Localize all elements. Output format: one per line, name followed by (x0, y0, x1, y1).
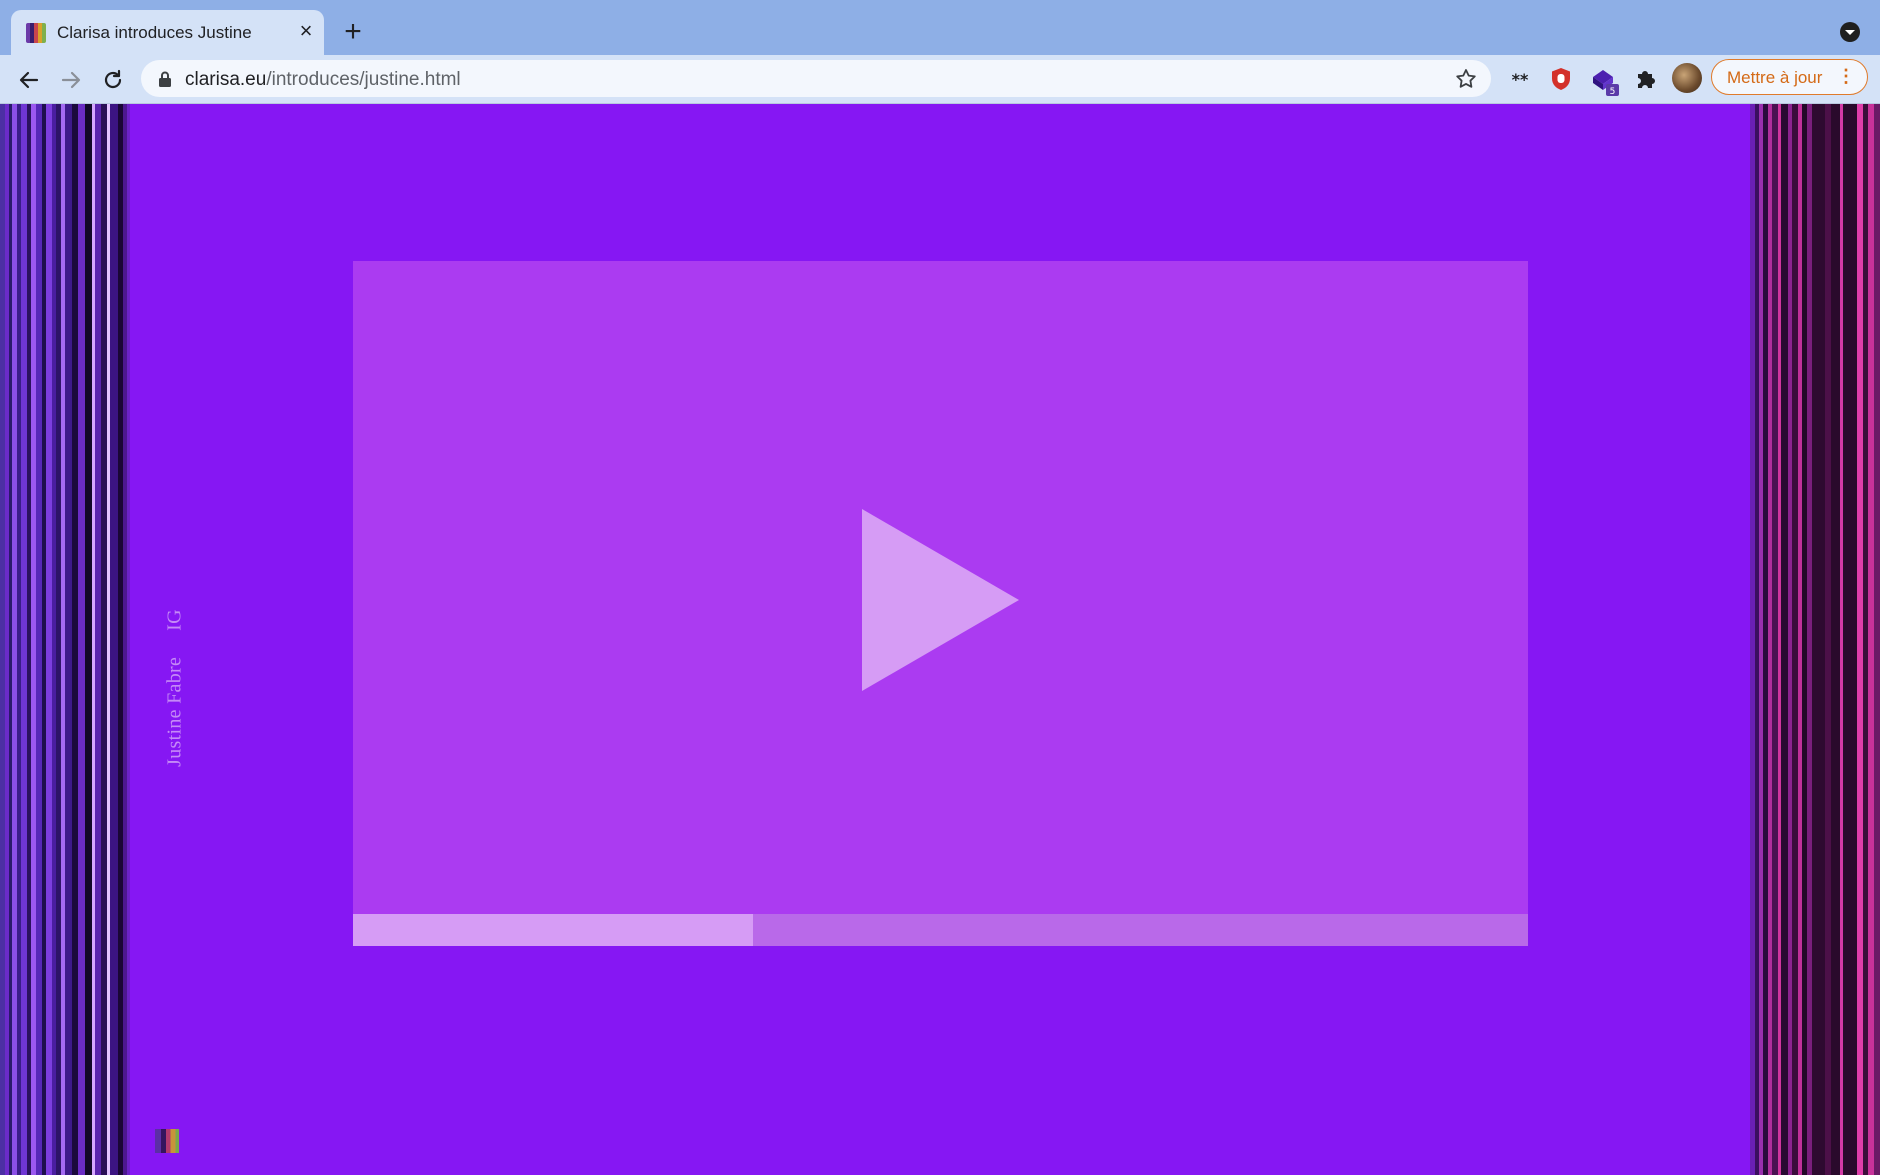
tab-search-icon[interactable] (1840, 22, 1860, 42)
lock-icon[interactable] (157, 70, 173, 93)
video-progress-bar[interactable] (353, 914, 1528, 946)
instagram-link[interactable]: IG (164, 609, 186, 631)
extension-asterisks-icon[interactable]: ** (1506, 65, 1534, 93)
vertical-author-label: Justine Fabre IG (164, 609, 187, 767)
extension-badge-count: 5 (1610, 87, 1616, 97)
profile-avatar[interactable] (1672, 63, 1702, 93)
new-tab-button[interactable]: + (339, 17, 367, 47)
update-browser-button[interactable]: Mettre à jour ⋮ (1711, 59, 1868, 95)
svg-text:**: ** (1512, 70, 1529, 89)
play-icon[interactable] (862, 509, 1019, 691)
site-logo-icon[interactable] (155, 1129, 179, 1153)
address-bar[interactable]: clarisa.eu/introduces/justine.html (141, 60, 1491, 97)
more-menu-icon[interactable]: ⋮ (1837, 66, 1855, 86)
tab-title: Clarisa introduces Justine (57, 23, 252, 42)
url-path: /introduces/justine.html (266, 69, 461, 90)
active-tab[interactable]: Clarisa introduces Justine × (11, 10, 324, 55)
bookmark-star-icon[interactable] (1454, 67, 1478, 96)
extension-cube-icon[interactable]: 5 (1589, 65, 1619, 97)
site-favicon-icon (26, 23, 46, 43)
url-host: clarisa.eu (185, 69, 267, 90)
forward-arrow-icon[interactable] (56, 65, 86, 95)
ublock-shield-icon[interactable] (1547, 65, 1575, 93)
author-name: Justine Fabre (163, 656, 186, 767)
extensions-puzzle-icon[interactable] (1632, 65, 1660, 93)
right-stripe-decoration (1750, 104, 1880, 1175)
video-player[interactable] (353, 261, 1528, 946)
reload-icon[interactable] (98, 65, 128, 95)
close-tab-icon[interactable]: × (294, 19, 318, 43)
back-arrow-icon[interactable] (14, 65, 44, 95)
page-content: Justine Fabre IG (0, 104, 1880, 1175)
browser-toolbar: clarisa.eu/introduces/justine.html ** 5 … (0, 55, 1880, 104)
url-text[interactable]: clarisa.eu/introduces/justine.html (185, 69, 461, 91)
update-button-label: Mettre à jour (1727, 68, 1823, 87)
tab-strip: Clarisa introduces Justine × + (0, 0, 1880, 55)
video-progress-fill (353, 914, 753, 946)
left-stripe-decoration (0, 104, 130, 1175)
